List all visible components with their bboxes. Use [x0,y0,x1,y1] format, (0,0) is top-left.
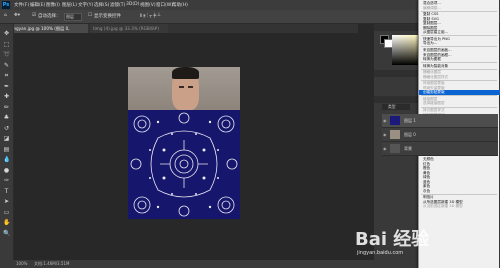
layer-thumbnail [390,116,400,125]
layer-filter-box[interactable]: 类型 [382,104,410,110]
auto-select-dropdown[interactable]: 图层 [64,13,82,21]
menu-0[interactable]: 文件(F) [14,2,29,8]
move-icon[interactable]: ✥ [3,30,10,37]
portrait-hair [172,67,199,79]
lasso-icon[interactable]: ➰ [3,51,10,58]
pen-icon[interactable]: ✑ [3,177,10,184]
menu-4[interactable]: 文字(Y) [78,2,93,8]
layer-name: 图层 0 [404,132,416,137]
marquee-icon[interactable]: ⬚ [3,41,10,48]
transform-controls-label: 显示变换控件 [94,14,121,19]
zoom-readout[interactable]: 100% [16,261,27,266]
auto-select-checkbox[interactable]: ☑ [32,13,36,18]
document-canvas[interactable] [128,67,240,219]
layer-row[interactable]: ◉ 图层 1 [382,114,498,128]
layer-thumbnail [390,144,400,153]
path-select-icon[interactable]: ➤ [3,198,10,205]
batik-pattern [128,110,240,219]
menu-7[interactable]: 3D(D) [126,2,139,7]
tools-panel: ✥ ⬚ ➰ ✎ ⌗ ✒ ✚ ✏ ♣ ↺ ◪ ▤ 💧 ● ✑ T ➤ ▭ ✋ 🔍 [0,24,14,260]
layer-name: 背景 [404,146,412,151]
menu-10[interactable]: 帮助(H) [172,2,188,8]
eraser-icon[interactable]: ◪ [3,135,10,142]
menu-9[interactable]: 窗口(W) [156,2,173,8]
tab-timg[interactable]: timg (4).jpg @ 33.3% (RGB/8#) [90,24,168,33]
visibility-eye-icon[interactable]: ◉ [383,118,388,123]
shape-icon[interactable]: ▭ [3,209,10,216]
visibility-eye-icon[interactable]: ◉ [383,132,388,137]
baidu-watermark: Bai 经验 [355,229,430,250]
zoom-icon[interactable]: 🔍 [3,230,10,237]
history-brush-icon[interactable]: ↺ [3,125,10,132]
menu-6[interactable]: 滤镜(T) [110,2,125,8]
move-tool-preset-icon[interactable]: ✥▾ [14,13,20,18]
photoshop-logo-icon: Ps [2,1,10,9]
document-tabs: jingyan.jpg @ 100% (图层 0, RGB/8#) * timg… [8,24,358,40]
context-menu-item: 从当前选区新建 3D 模型 [423,204,463,209]
gradient-icon[interactable]: ▤ [3,146,10,153]
type-icon[interactable]: T [3,188,10,195]
layer-row[interactable]: ◉ 背景 [382,142,498,156]
menu-2[interactable]: 图像(I) [46,2,60,8]
eyedropper-icon[interactable]: ✒ [3,83,10,90]
healing-icon[interactable]: ✚ [3,93,10,100]
stamp-icon[interactable]: ♣ [3,114,10,121]
menu-1[interactable]: 编辑(E) [30,2,45,8]
layer-filter-label: 类型 [388,104,396,109]
transform-controls-checkbox[interactable]: ☐ [88,13,92,18]
blue-batik-pattern-layer [128,110,240,219]
auto-select-label: 自动选择： [38,14,61,19]
menu-8[interactable]: 视图(V) [140,2,156,8]
document-info: 文档:1.46M/3.51M [34,261,70,266]
layer-name: 图层 1 [404,118,416,123]
hand-icon[interactable]: ✋ [3,219,10,226]
portrait-eye-right [188,86,193,88]
quick-select-icon[interactable]: ✎ [3,62,10,69]
blur-icon[interactable]: 💧 [3,156,10,163]
menu-5[interactable]: 选择(S) [94,2,109,8]
layer-row[interactable]: ◉ 图层 0 [382,128,498,142]
visibility-eye-icon[interactable]: ◉ [383,146,388,151]
dodge-icon[interactable]: ● [3,167,10,174]
tab-jingyan[interactable]: jingyan.jpg @ 100% (图层 0, RGB/8#) * [8,24,88,40]
auto-select-value: 图层 [66,14,74,19]
home-icon[interactable]: ⌂ [4,13,7,18]
crop-icon[interactable]: ⌗ [3,72,10,79]
menu-3[interactable]: 图层(L) [62,2,77,8]
watermark-url: jingyan.baidu.com [357,250,404,256]
brush-icon[interactable]: ✏ [3,104,10,111]
portrait-eye-left [179,86,184,88]
layer-thumbnail [390,130,400,139]
align-icons[interactable]: ⫴ ⫵ ⫶ ┬ ╪ ┴ [140,13,160,19]
